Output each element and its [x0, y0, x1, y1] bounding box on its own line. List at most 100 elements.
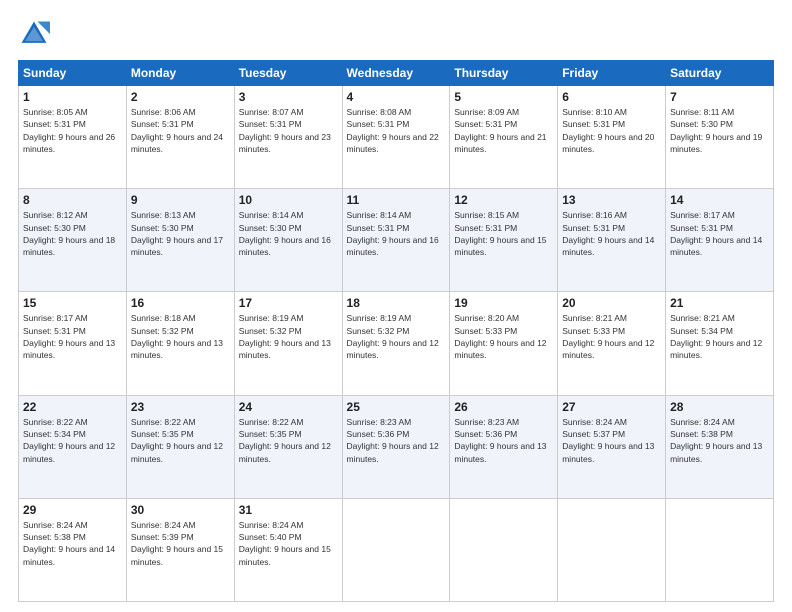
calendar-cell: 23Sunrise: 8:22 AMSunset: 5:35 PMDayligh… [126, 395, 234, 498]
day-info: Sunrise: 8:19 AMSunset: 5:32 PMDaylight:… [347, 312, 446, 361]
day-info: Sunrise: 8:24 AMSunset: 5:38 PMDaylight:… [23, 519, 122, 568]
day-number: 13 [562, 193, 661, 207]
calendar-cell: 4 Sunrise: 8:08 AMSunset: 5:31 PMDaylight… [342, 86, 450, 189]
calendar-cell: 12Sunrise: 8:15 AMSunset: 5:31 PMDayligh… [450, 189, 558, 292]
day-number: 19 [454, 296, 553, 310]
day-number: 27 [562, 400, 661, 414]
day-info: Sunrise: 8:05 AMSunset: 5:31 PMDaylight:… [23, 106, 122, 155]
day-number: 5 [454, 90, 553, 104]
day-number: 16 [131, 296, 230, 310]
calendar-cell: 22 Sunrise: 8:22 AMSunset: 5:34 PMDayligh… [19, 395, 127, 498]
calendar-cell: 1 Sunrise: 8:05 AMSunset: 5:31 PMDaylight… [19, 86, 127, 189]
calendar-header-friday: Friday [558, 61, 666, 86]
calendar-header-row: SundayMondayTuesdayWednesdayThursdayFrid… [19, 61, 774, 86]
day-number: 26 [454, 400, 553, 414]
calendar-cell: 14 Sunrise: 8:17 AMSunset: 5:31 PMDayligh… [666, 189, 774, 292]
day-info: Sunrise: 8:17 AMSunset: 5:31 PMDaylight:… [670, 209, 769, 258]
calendar-week-3: 15 Sunrise: 8:17 AMSunset: 5:31 PMDayligh… [19, 292, 774, 395]
day-info: Sunrise: 8:21 AMSunset: 5:33 PMDaylight:… [562, 312, 661, 361]
calendar-cell [558, 498, 666, 601]
calendar-cell: 28 Sunrise: 8:24 AMSunset: 5:38 PMDayligh… [666, 395, 774, 498]
day-info: Sunrise: 8:18 AMSunset: 5:32 PMDaylight:… [131, 312, 230, 361]
calendar-cell: 18 Sunrise: 8:19 AMSunset: 5:32 PMDayligh… [342, 292, 450, 395]
calendar-week-4: 22 Sunrise: 8:22 AMSunset: 5:34 PMDayligh… [19, 395, 774, 498]
day-number: 14 [670, 193, 769, 207]
day-info: Sunrise: 8:24 AMSunset: 5:38 PMDaylight:… [670, 416, 769, 465]
day-number: 18 [347, 296, 446, 310]
calendar-cell: 17 Sunrise: 8:19 AMSunset: 5:32 PMDayligh… [234, 292, 342, 395]
day-info: Sunrise: 8:08 AMSunset: 5:31 PMDaylight:… [347, 106, 446, 155]
day-info: Sunrise: 8:24 AMSunset: 5:40 PMDaylight:… [239, 519, 338, 568]
calendar-cell: 13 Sunrise: 8:16 AMSunset: 5:31 PMDayligh… [558, 189, 666, 292]
header [18, 18, 774, 50]
day-number: 1 [23, 90, 122, 104]
calendar-cell: 16 Sunrise: 8:18 AMSunset: 5:32 PMDayligh… [126, 292, 234, 395]
day-info: Sunrise: 8:10 AMSunset: 5:31 PMDaylight:… [562, 106, 661, 155]
day-number: 9 [131, 193, 230, 207]
calendar-header-sunday: Sunday [19, 61, 127, 86]
calendar-cell: 8 Sunrise: 8:12 AMSunset: 5:30 PMDaylight… [19, 189, 127, 292]
day-info: Sunrise: 8:17 AMSunset: 5:31 PMDaylight:… [23, 312, 122, 361]
day-number: 25 [347, 400, 446, 414]
calendar-cell: 7Sunrise: 8:11 AMSunset: 5:30 PMDaylight… [666, 86, 774, 189]
day-info: Sunrise: 8:13 AMSunset: 5:30 PMDaylight:… [131, 209, 230, 258]
day-number: 30 [131, 503, 230, 517]
calendar-cell: 27Sunrise: 8:24 AMSunset: 5:37 PMDayligh… [558, 395, 666, 498]
day-number: 8 [23, 193, 122, 207]
day-number: 24 [239, 400, 338, 414]
calendar-cell: 3 Sunrise: 8:07 AMSunset: 5:31 PMDaylight… [234, 86, 342, 189]
calendar-cell: 10Sunrise: 8:14 AMSunset: 5:30 PMDayligh… [234, 189, 342, 292]
day-info: Sunrise: 8:22 AMSunset: 5:35 PMDaylight:… [131, 416, 230, 465]
day-info: Sunrise: 8:16 AMSunset: 5:31 PMDaylight:… [562, 209, 661, 258]
day-number: 4 [347, 90, 446, 104]
calendar-cell: 24 Sunrise: 8:22 AMSunset: 5:35 PMDayligh… [234, 395, 342, 498]
day-info: Sunrise: 8:23 AMSunset: 5:36 PMDaylight:… [347, 416, 446, 465]
calendar-cell: 9 Sunrise: 8:13 AMSunset: 5:30 PMDaylight… [126, 189, 234, 292]
day-info: Sunrise: 8:09 AMSunset: 5:31 PMDaylight:… [454, 106, 553, 155]
calendar-cell: 20 Sunrise: 8:21 AMSunset: 5:33 PMDayligh… [558, 292, 666, 395]
calendar-table: SundayMondayTuesdayWednesdayThursdayFrid… [18, 60, 774, 602]
day-info: Sunrise: 8:14 AMSunset: 5:31 PMDaylight:… [347, 209, 446, 258]
day-number: 12 [454, 193, 553, 207]
calendar-cell [342, 498, 450, 601]
day-info: Sunrise: 8:22 AMSunset: 5:34 PMDaylight:… [23, 416, 122, 465]
day-number: 20 [562, 296, 661, 310]
logo-icon [18, 18, 50, 50]
calendar-cell: 11Sunrise: 8:14 AMSunset: 5:31 PMDayligh… [342, 189, 450, 292]
calendar-week-1: 1 Sunrise: 8:05 AMSunset: 5:31 PMDaylight… [19, 86, 774, 189]
calendar-header-saturday: Saturday [666, 61, 774, 86]
day-number: 22 [23, 400, 122, 414]
day-number: 6 [562, 90, 661, 104]
calendar-header-thursday: Thursday [450, 61, 558, 86]
calendar-cell: 30 Sunrise: 8:24 AMSunset: 5:39 PMDayligh… [126, 498, 234, 601]
day-number: 28 [670, 400, 769, 414]
calendar-cell: 31 Sunrise: 8:24 AMSunset: 5:40 PMDayligh… [234, 498, 342, 601]
day-number: 29 [23, 503, 122, 517]
day-info: Sunrise: 8:21 AMSunset: 5:34 PMDaylight:… [670, 312, 769, 361]
day-info: Sunrise: 8:22 AMSunset: 5:35 PMDaylight:… [239, 416, 338, 465]
calendar-cell: 5 Sunrise: 8:09 AMSunset: 5:31 PMDaylight… [450, 86, 558, 189]
day-info: Sunrise: 8:07 AMSunset: 5:31 PMDaylight:… [239, 106, 338, 155]
day-number: 2 [131, 90, 230, 104]
day-info: Sunrise: 8:23 AMSunset: 5:36 PMDaylight:… [454, 416, 553, 465]
calendar-header-wednesday: Wednesday [342, 61, 450, 86]
calendar-cell: 6 Sunrise: 8:10 AMSunset: 5:31 PMDaylight… [558, 86, 666, 189]
calendar-cell: 26 Sunrise: 8:23 AMSunset: 5:36 PMDayligh… [450, 395, 558, 498]
day-number: 15 [23, 296, 122, 310]
day-info: Sunrise: 8:24 AMSunset: 5:39 PMDaylight:… [131, 519, 230, 568]
calendar-week-2: 8 Sunrise: 8:12 AMSunset: 5:30 PMDaylight… [19, 189, 774, 292]
calendar-cell: 21 Sunrise: 8:21 AMSunset: 5:34 PMDayligh… [666, 292, 774, 395]
calendar-cell: 29 Sunrise: 8:24 AMSunset: 5:38 PMDayligh… [19, 498, 127, 601]
day-info: Sunrise: 8:19 AMSunset: 5:32 PMDaylight:… [239, 312, 338, 361]
day-number: 3 [239, 90, 338, 104]
calendar-header-monday: Monday [126, 61, 234, 86]
day-info: Sunrise: 8:12 AMSunset: 5:30 PMDaylight:… [23, 209, 122, 258]
calendar-cell: 25 Sunrise: 8:23 AMSunset: 5:36 PMDayligh… [342, 395, 450, 498]
day-info: Sunrise: 8:14 AMSunset: 5:30 PMDaylight:… [239, 209, 338, 258]
page: SundayMondayTuesdayWednesdayThursdayFrid… [0, 0, 792, 612]
calendar-cell [450, 498, 558, 601]
day-number: 31 [239, 503, 338, 517]
day-number: 17 [239, 296, 338, 310]
calendar-cell [666, 498, 774, 601]
day-number: 21 [670, 296, 769, 310]
